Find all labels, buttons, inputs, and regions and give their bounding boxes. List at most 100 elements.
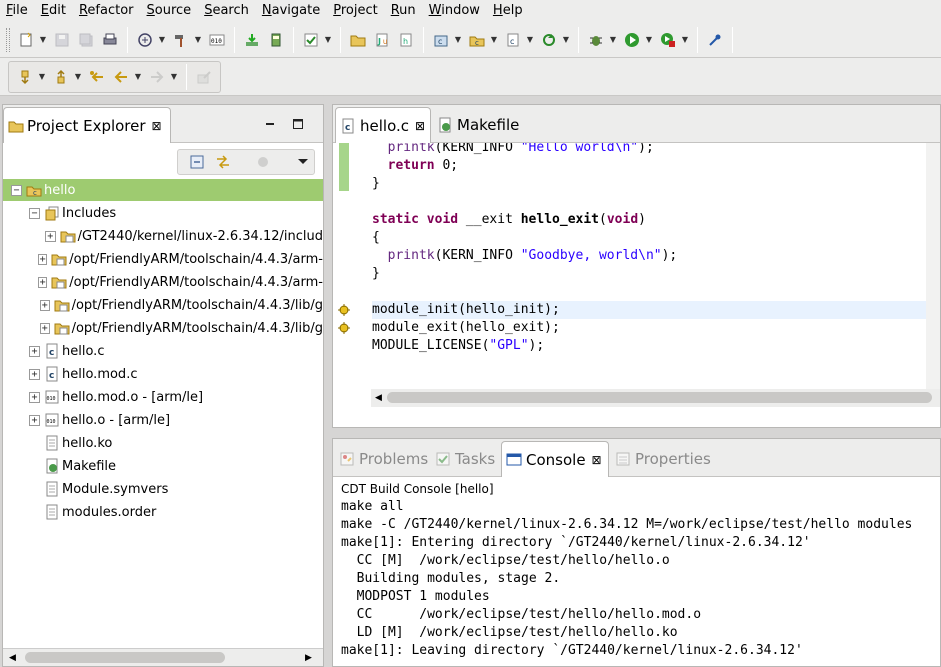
menu-refactor[interactable]: Refactor — [73, 0, 141, 22]
refresh-icon[interactable] — [538, 29, 560, 51]
chevron-down-icon[interactable]: ▼ — [133, 66, 143, 88]
chevron-down-icon[interactable]: ▼ — [608, 29, 618, 51]
vertical-scrollbar[interactable] — [926, 143, 940, 389]
maximize-view-button[interactable] — [287, 113, 309, 135]
new-header-file-icon[interactable]: h — [395, 29, 417, 51]
collapse-icon[interactable]: − — [11, 184, 22, 196]
tree-item[interactable]: + /opt/FriendlyARM/toolschain/4.4.3/arm- — [3, 271, 323, 293]
expand-icon[interactable]: + — [38, 276, 48, 288]
tree-item[interactable]: + /opt/FriendlyARM/toolschain/4.4.3/lib/g — [3, 317, 323, 339]
scroll-left-icon[interactable]: ◀ — [9, 653, 21, 663]
open-folder-icon[interactable] — [347, 29, 369, 51]
tree-item[interactable]: hello.ko — [3, 432, 323, 454]
scrollbar-thumb[interactable] — [387, 392, 932, 403]
expand-icon[interactable]: + — [29, 345, 40, 357]
chevron-down-icon[interactable]: ▼ — [38, 29, 48, 51]
menu-file[interactable]: File — [0, 0, 35, 22]
tree-item[interactable]: modules.order — [3, 501, 323, 523]
tab-makefile[interactable]: Makefile — [433, 107, 529, 143]
print-icon[interactable] — [99, 29, 121, 51]
menu-source[interactable]: Source — [141, 0, 199, 22]
tree-item[interactable]: +010 hello.mod.o - [arm/le] — [3, 386, 323, 408]
horizontal-scrollbar[interactable]: ◀ — [371, 389, 940, 407]
menu-help[interactable]: Help — [487, 0, 530, 22]
chevron-down-icon[interactable]: ▼ — [323, 29, 333, 51]
tree-item[interactable]: +010 hello.o - [arm/le] — [3, 409, 323, 431]
chevron-down-icon[interactable]: ▼ — [73, 66, 83, 88]
view-menu-extra-icon[interactable] — [252, 151, 274, 173]
view-menu-chevron-down-icon[interactable] — [292, 151, 314, 173]
tree-item[interactable]: Module.symvers — [3, 478, 323, 500]
scroll-left-icon[interactable]: ◀ — [375, 393, 382, 403]
new-project-icon[interactable]: c — [466, 29, 488, 51]
run-icon[interactable] — [621, 29, 643, 51]
chevron-down-icon[interactable]: ▼ — [525, 29, 535, 51]
tree-item[interactable]: + /opt/FriendlyARM/toolschain/4.4.3/arm- — [3, 248, 323, 270]
minimize-view-button[interactable] — [259, 113, 281, 135]
tree-item[interactable]: − Includes — [3, 202, 323, 224]
tree-item[interactable]: − c hello — [3, 179, 323, 201]
expand-icon[interactable]: + — [38, 253, 48, 265]
scrollbar-thumb[interactable] — [25, 652, 225, 663]
menu-project[interactable]: Project — [327, 0, 385, 22]
menu-run[interactable]: Run — [385, 0, 423, 22]
expand-icon[interactable]: + — [45, 230, 56, 242]
code-editor[interactable]: printk(KERN_INFO "Hello world\n"); retur… — [333, 143, 940, 407]
save-icon[interactable] — [51, 29, 73, 51]
warning-marker-icon[interactable] — [337, 321, 351, 335]
pin-editor-icon[interactable] — [193, 66, 215, 88]
new-source-file-icon[interactable]: JU — [371, 29, 393, 51]
toolbar-grip[interactable] — [6, 27, 10, 52]
last-edit-icon[interactable] — [86, 66, 108, 88]
memory-icon[interactable] — [265, 29, 287, 51]
expand-icon[interactable]: + — [40, 322, 50, 334]
expand-icon[interactable]: + — [29, 414, 40, 426]
tree-item[interactable]: Makefile — [3, 455, 323, 477]
build-all-icon[interactable] — [134, 29, 156, 51]
collapse-all-icon[interactable] — [186, 151, 208, 173]
new-icon[interactable] — [15, 29, 37, 51]
previous-annotation-icon[interactable] — [50, 66, 72, 88]
chevron-down-icon[interactable]: ▼ — [37, 66, 47, 88]
new-class-icon[interactable]: c — [430, 29, 452, 51]
tab-project-explorer[interactable]: Project Explorer ⊠ — [3, 107, 171, 143]
menu-search[interactable]: Search — [198, 0, 256, 22]
tree-item[interactable]: + /opt/FriendlyARM/toolschain/4.4.3/lib/g — [3, 294, 323, 316]
tab-tasks[interactable]: Tasks — [431, 441, 499, 477]
chevron-down-icon[interactable]: ▼ — [561, 29, 571, 51]
chevron-down-icon[interactable]: ▼ — [169, 66, 179, 88]
next-annotation-icon[interactable] — [14, 66, 36, 88]
tab-problems[interactable]: Problems — [335, 441, 429, 477]
binary-icon[interactable]: 010 — [206, 29, 228, 51]
menu-edit[interactable]: Edit — [35, 0, 73, 22]
menu-window[interactable]: Window — [423, 0, 487, 22]
chevron-down-icon[interactable]: ▼ — [453, 29, 463, 51]
tree-item[interactable]: + c hello.mod.c — [3, 363, 323, 385]
chevron-down-icon[interactable]: ▼ — [193, 29, 203, 51]
collapse-icon[interactable]: − — [29, 207, 40, 219]
tab-console[interactable]: Console ⊠ — [501, 441, 609, 477]
expand-icon[interactable]: + — [29, 368, 40, 380]
tree-item[interactable]: + /GT2440/kernel/linux-2.6.34.12/includ — [3, 225, 323, 247]
chevron-down-icon[interactable]: ▼ — [157, 29, 167, 51]
tab-properties[interactable]: Properties — [611, 441, 711, 477]
stop-run-icon[interactable] — [657, 29, 679, 51]
new-c-file-icon[interactable]: c — [502, 29, 524, 51]
expand-icon[interactable]: + — [40, 299, 50, 311]
close-icon[interactable]: ⊠ — [415, 119, 425, 133]
warning-marker-icon[interactable] — [337, 303, 351, 317]
tab-hello-c[interactable]: c hello.c ⊠ — [335, 107, 431, 143]
forward-icon[interactable] — [146, 66, 168, 88]
debug-icon[interactable] — [585, 29, 607, 51]
tree-item[interactable]: + c hello.c — [3, 340, 323, 362]
chevron-down-icon[interactable]: ▼ — [680, 29, 690, 51]
back-icon[interactable] — [110, 66, 132, 88]
pin-icon[interactable] — [704, 29, 726, 51]
link-with-editor-icon[interactable] — [212, 151, 234, 173]
save-all-icon[interactable] — [75, 29, 97, 51]
close-icon[interactable]: ⊠ — [592, 453, 602, 467]
scroll-right-icon[interactable]: ▶ — [305, 653, 317, 663]
chevron-down-icon[interactable]: ▼ — [489, 29, 499, 51]
menu-navigate[interactable]: Navigate — [256, 0, 327, 22]
close-icon[interactable]: ⊠ — [152, 119, 162, 133]
